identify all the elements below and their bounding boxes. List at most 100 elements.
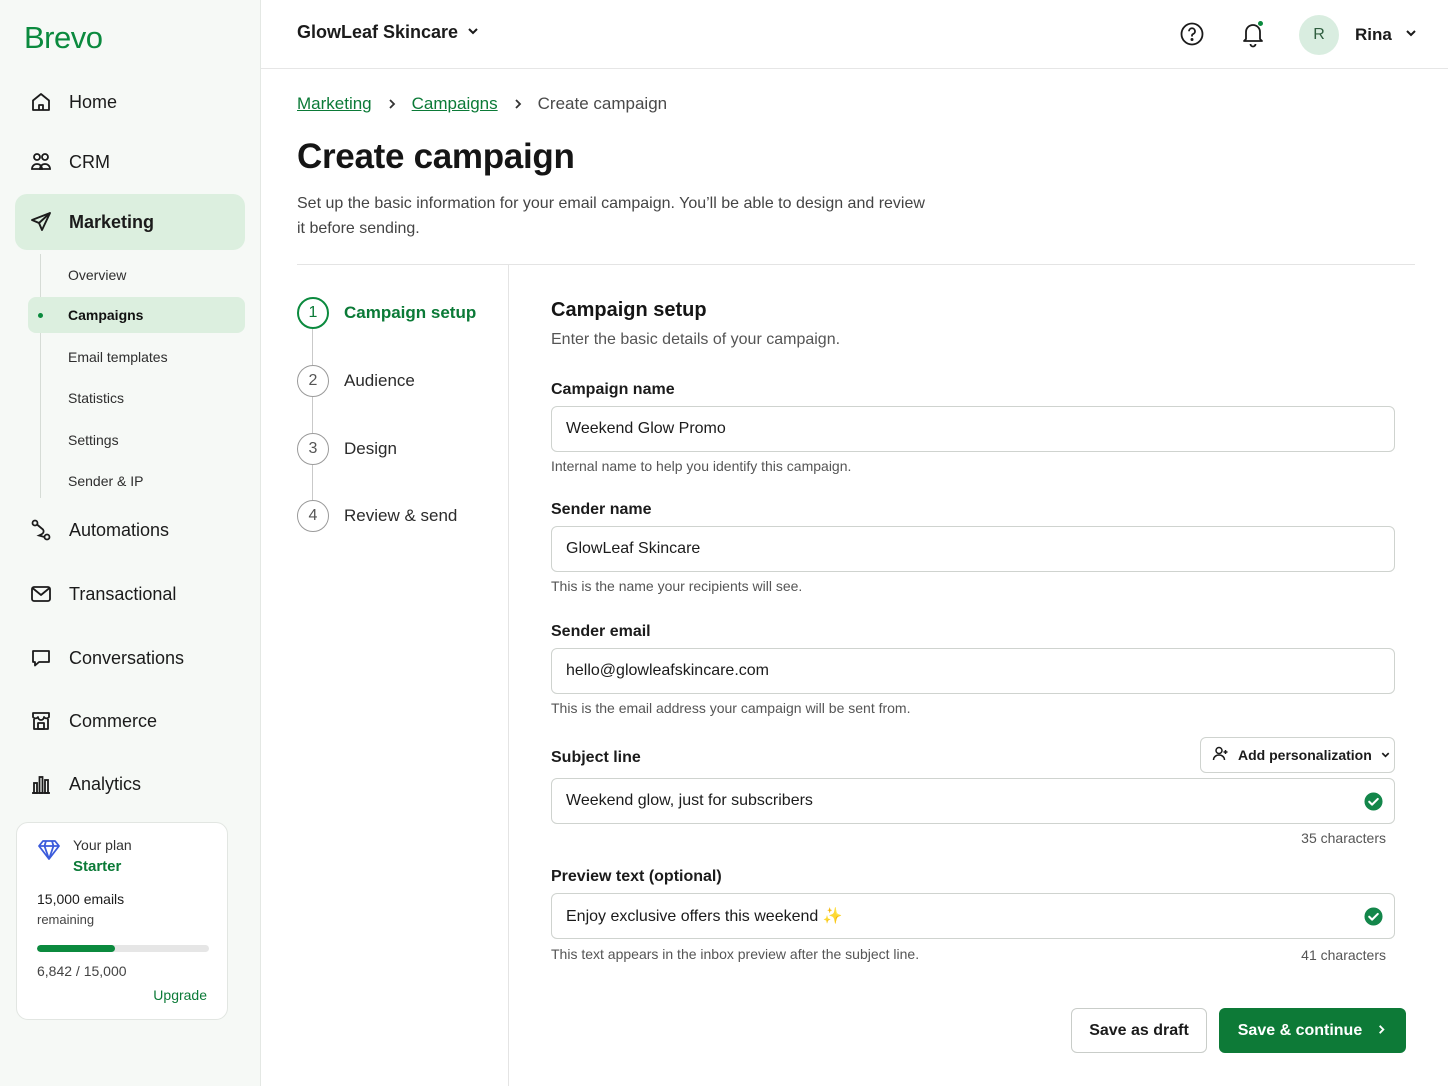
sidebar-item-label: Commerce [69,710,158,731]
chevron-right-icon [1376,1022,1387,1040]
sidebar-item-label: Home [69,91,118,112]
sidebar-item-transactional[interactable]: Transactional [15,566,245,622]
sidebar-item-home[interactable]: Home [15,74,245,130]
form-description: Enter the basic details of your campaign… [551,331,841,348]
plan-emails: 15,000 emails [37,891,125,907]
chevron-right-icon [512,98,524,110]
plan-remaining-label: remaining [37,912,95,927]
avatar[interactable]: R [1299,15,1339,55]
breadcrumb-current: Create campaign [537,94,668,113]
sender-email-input[interactable]: hello@glowleafskincare.com [551,648,1395,694]
breadcrumb-campaigns[interactable]: Campaigns [412,94,498,114]
add-personalization-button[interactable]: Add personalization [1200,737,1395,773]
step-connector [312,329,313,365]
org-name: GlowLeaf Skincare [297,22,459,42]
top-bar: GlowLeaf Skincare R Rina [261,0,1448,69]
step-campaign-setup[interactable]: 1 Campaign setup [297,297,476,329]
sender-email-value: hello@glowleafskincare.com [566,662,769,679]
home-icon [29,90,53,114]
sidebar: Brevo Home CRM Marketing Overview Campai… [0,0,261,1086]
subject-line-label: Subject line [551,749,641,766]
active-dot [38,313,43,318]
stepper-divider [508,265,509,1086]
subject-line-input[interactable]: Weekend glow, just for subscribers [551,778,1395,824]
subject-line-counter: 35 characters [1301,830,1386,846]
subnav-item-overview[interactable]: Overview [28,257,245,293]
users-icon [29,150,53,174]
sidebar-item-commerce[interactable]: Commerce [15,693,245,749]
campaign-name-input[interactable]: Weekend Glow Promo [551,406,1395,452]
sidebar-item-label: Transactional [69,583,177,604]
subnav-item-label: Campaigns [68,307,144,323]
upgrade-link[interactable]: Upgrade [153,987,207,1003]
plan-name: Starter [73,858,122,875]
subnav-item-statistics[interactable]: Statistics [28,380,245,416]
subnav-item-sender-ip[interactable]: Sender & IP [28,463,245,499]
breadcrumb-marketing[interactable]: Marketing [297,94,372,114]
user-name: Rina [1355,25,1392,44]
store-icon [29,709,53,733]
step-label: Review & send [344,506,458,525]
check-circle-icon [1364,792,1383,816]
preview-text-counter: 41 characters [1301,947,1386,963]
bell-icon[interactable] [1240,20,1266,53]
preview-text-label: Preview text (optional) [551,868,722,885]
save-as-draft-label: Save as draft [1089,1021,1189,1039]
step-label: Campaign setup [344,303,477,322]
sidebar-item-analytics[interactable]: Analytics [15,756,245,812]
page-description: Set up the basic information for your em… [297,195,925,237]
sender-email-hint: This is the email address your campaign … [551,700,911,716]
campaign-name-label: Campaign name [551,381,675,398]
diamond-icon [37,839,61,866]
sender-email-label: Sender email [551,623,651,640]
step-number: 2 [297,365,329,397]
sidebar-item-automations[interactable]: Automations [15,502,245,558]
sidebar-item-label: Conversations [69,647,185,668]
sender-name-input[interactable]: GlowLeaf Skincare [551,526,1395,572]
step-connector [312,397,313,433]
sidebar-item-conversations[interactable]: Conversations [15,630,245,686]
campaign-name-hint: Internal name to help you identify this … [551,458,852,474]
save-and-continue-button[interactable]: Save & continue [1219,1008,1406,1053]
step-audience[interactable]: 2 Audience [297,365,415,397]
step-label: Audience [344,371,415,390]
brevo-logo[interactable]: Brevo [24,20,103,56]
plan-card: Your plan Starter 15,000 emails remainin… [16,822,228,1020]
step-number: 4 [297,500,329,532]
step-number: 1 [297,297,329,329]
subnav-item-campaigns[interactable]: Campaigns [28,297,245,333]
preview-text-input[interactable]: Enjoy exclusive offers this weekend ✨ [551,893,1395,939]
step-review-send[interactable]: 4 Review & send [297,500,457,532]
save-and-continue-label: Save & continue [1237,1021,1363,1039]
step-number: 3 [297,433,329,465]
sender-name-value: GlowLeaf Skincare [566,540,701,557]
sender-name-label: Sender name [551,501,652,518]
step-design[interactable]: 3 Design [297,433,397,465]
org-switcher[interactable]: GlowLeaf Skincare [297,22,480,43]
preview-text-hint: This text appears in the inbox preview a… [551,946,920,962]
subnav-item-email-templates[interactable]: Email templates [28,339,245,375]
chevron-down-icon [466,22,480,43]
bar-chart-icon [29,772,53,796]
plan-usage-bar-fill [37,945,116,952]
user-menu[interactable]: Rina [1355,25,1418,45]
chevron-right-icon [386,98,398,110]
route-icon [29,518,53,542]
step-connector [312,465,313,501]
plan-usage: 6,842 / 15,000 [37,963,127,979]
preview-text-value: Enjoy exclusive offers this weekend ✨ [566,908,843,925]
sidebar-item-label: Analytics [69,773,142,794]
subnav-item-settings[interactable]: Settings [28,422,245,458]
chat-icon [29,646,53,670]
save-as-draft-button[interactable]: Save as draft [1071,1008,1207,1053]
page-title: Create campaign [297,137,575,176]
sidebar-item-crm[interactable]: CRM [15,134,245,190]
add-personalization-label: Add personalization [1238,747,1372,763]
chevron-down-icon [1380,747,1391,763]
campaign-name-value: Weekend Glow Promo [566,420,726,437]
help-icon[interactable] [1179,21,1205,52]
mail-icon [29,582,53,606]
sidebar-item-label: CRM [69,151,110,172]
sidebar-item-marketing[interactable]: Marketing [15,194,245,250]
step-label: Design [344,439,397,458]
